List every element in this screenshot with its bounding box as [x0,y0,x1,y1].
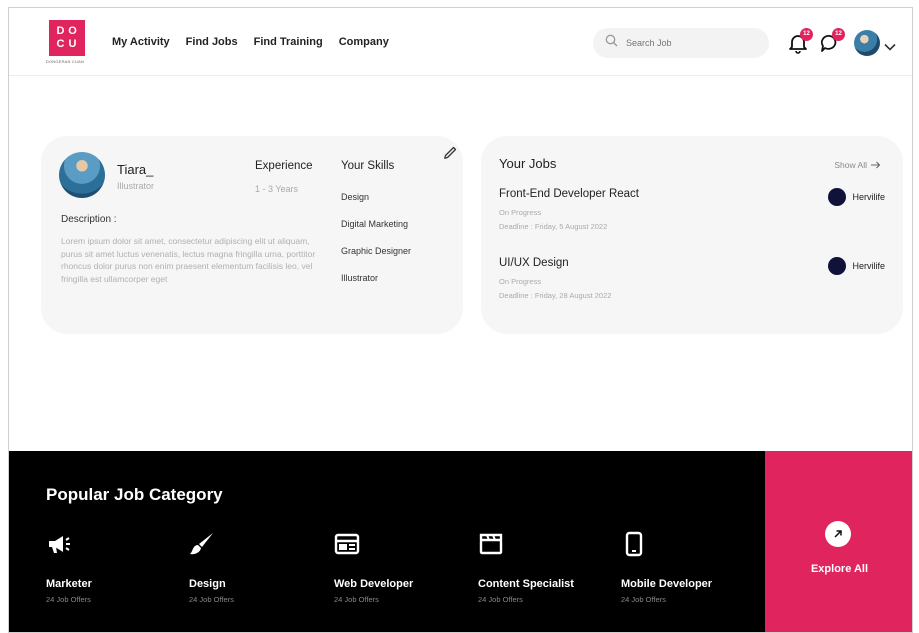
chevron-down-icon[interactable] [884,38,896,56]
category-design[interactable]: Design 24 Job Offers [189,531,329,604]
main-nav: My Activity Find Jobs Find Training Comp… [112,36,389,48]
browser-window-icon [334,533,360,555]
nav-find-training[interactable]: Find Training [254,36,323,48]
brush-icon [190,533,213,555]
category-name: Marketer [46,578,92,590]
top-header: D O C U DONGERAN CUAN My Activity Find J… [9,8,912,76]
clapperboard-icon [479,533,503,555]
skills-label: Your Skills [341,160,395,172]
description-text: Lorem ipsum dolor sit amet, consectetur … [61,236,316,284]
app-frame: D O C U DONGERAN CUAN My Activity Find J… [8,7,913,633]
notification-badge: 12 [800,28,813,41]
arrow-right-icon [871,161,881,169]
experience-label: Experience [255,160,313,172]
profile-role: Illustrator [117,181,155,191]
category-count: 24 Job Offers [46,595,91,604]
nav-company[interactable]: Company [339,36,389,48]
popular-category-section: Popular Job Category Marketer 24 Job Off… [9,451,912,632]
user-avatar[interactable] [854,30,880,56]
company-tag: Hervilife [828,257,885,275]
job-item[interactable]: Front-End Developer React On Progress De… [499,188,885,231]
skill-item: Design [341,192,370,202]
category-content-specialist[interactable]: Content Specialist 24 Job Offers [478,531,618,604]
nav-find-jobs[interactable]: Find Jobs [186,36,238,48]
notification-button[interactable]: 12 [787,28,813,54]
job-status: On Progress [499,208,542,217]
logo-subtitle: DONGERAN CUAN [45,59,85,64]
category-count: 24 Job Offers [189,595,234,604]
search-input[interactable] [626,38,756,48]
category-count: 24 Job Offers [478,595,523,604]
pencil-icon[interactable] [443,146,457,165]
megaphone-icon [49,536,70,553]
category-name: Content Specialist [478,578,574,590]
search-icon [605,34,618,52]
profile-name: Tiara_ [117,162,154,177]
explore-all-label: Explore All [810,563,869,575]
profile-avatar [59,152,105,198]
show-all-link[interactable]: Show All [834,160,881,170]
category-count: 24 Job Offers [334,595,379,604]
arrow-up-right-icon [834,530,842,538]
skill-item: Illustrator [341,273,379,283]
company-logo-icon [828,257,847,275]
your-jobs-title: Your Jobs [499,156,557,171]
nav-my-activity[interactable]: My Activity [112,36,170,48]
experience-value: 1 - 3 Years [255,184,299,194]
category-marketer[interactable]: Marketer 24 Job Offers [46,531,186,604]
job-deadline: Deadline : Friday, 5 August 2022 [499,222,608,231]
brand-logo[interactable]: D O C U DONGERAN CUAN [35,20,95,64]
logo-mark: D O C U [49,20,85,56]
job-status: On Progress [499,277,542,286]
company-tag: Hervilife [828,188,885,206]
popular-category-title: Popular Job Category [46,485,223,504]
skill-item: Graphic Designer [341,246,412,256]
description-label: Description : [61,214,117,225]
category-mobile-developer[interactable]: Mobile Developer 24 Job Offers [621,531,761,604]
message-badge: 12 [832,28,845,41]
your-jobs-card: Your Jobs Show All Front-End Developer R… [481,136,903,334]
explore-all-panel[interactable]: Explore All [765,451,912,632]
search-bar[interactable] [593,28,769,58]
category-web-developer[interactable]: Web Developer 24 Job Offers [334,531,474,604]
category-count: 24 Job Offers [621,595,666,604]
category-name: Web Developer [334,578,414,590]
skill-item: Digital Marketing [341,219,409,229]
explore-all-button[interactable] [825,521,851,547]
category-name: Mobile Developer [621,578,713,590]
profile-card: Tiara_ Illustrator Description : Lorem i… [41,136,463,334]
job-deadline: Deadline : Friday, 28 August 2022 [499,291,612,300]
smartphone-icon [625,531,643,557]
job-item[interactable]: UI/UX Design On Progress Deadline : Frid… [499,257,885,300]
job-name: UI/UX Design [499,257,569,269]
company-logo-icon [828,188,847,206]
job-name: Front-End Developer React [499,188,639,200]
category-name: Design [189,578,226,590]
messages-button[interactable]: 12 [819,28,845,54]
